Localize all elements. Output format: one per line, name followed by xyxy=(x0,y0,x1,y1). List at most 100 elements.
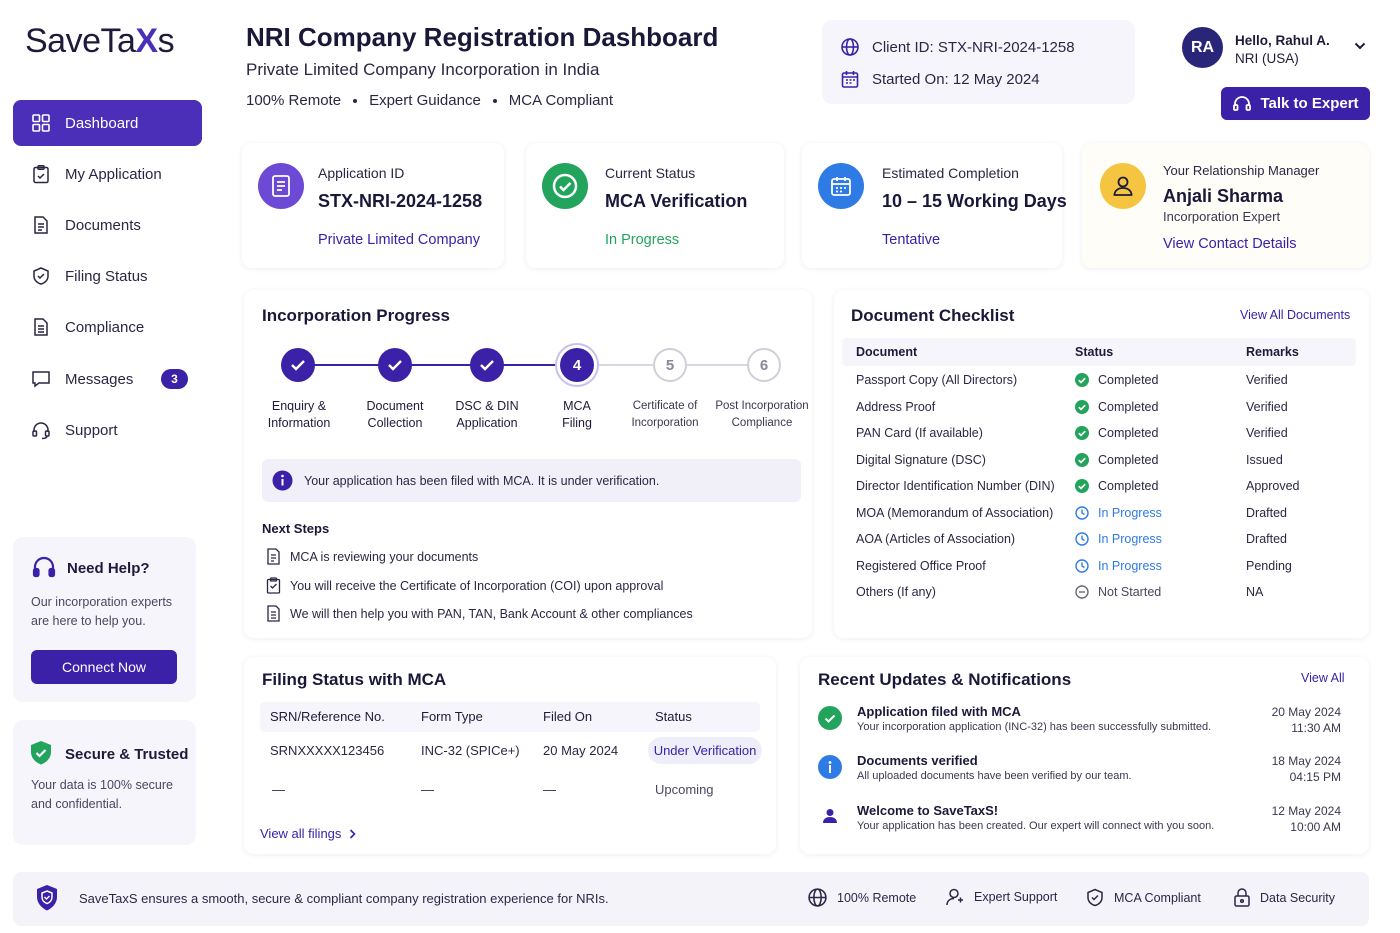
sidebar-item-dashboard[interactable]: Dashboard xyxy=(13,100,202,146)
chevron-right-icon xyxy=(350,828,357,839)
check-icon xyxy=(480,360,494,371)
step-3-circle xyxy=(470,348,504,382)
user-icon xyxy=(1100,163,1146,209)
shield-check-icon xyxy=(33,267,49,285)
minus-circle-icon xyxy=(1075,585,1089,599)
table-cell: 20 May 2024 xyxy=(543,743,619,758)
document-icon xyxy=(34,216,48,234)
document-remark: NA xyxy=(1246,585,1264,599)
column-document: Document xyxy=(856,345,918,359)
secure-text: Your data is 100% secure and confidential… xyxy=(31,778,173,811)
step-6-label: Post Incorporation Compliance xyxy=(715,400,809,429)
check-circle-icon xyxy=(1075,373,1089,387)
sidebar-item-label: Dashboard xyxy=(65,114,139,132)
update-text: Your application has been created. Our e… xyxy=(857,820,1215,832)
tag-mca: MCA Compliant xyxy=(508,92,613,109)
connect-now-button[interactable]: Connect Now xyxy=(31,650,177,684)
chevron-down-icon[interactable] xyxy=(1354,42,1366,50)
update-title: Documents verified xyxy=(857,753,978,768)
headset-icon xyxy=(32,422,50,440)
next-steps-title: Next Steps xyxy=(262,521,330,536)
document-status: Completed xyxy=(1075,452,1158,467)
user-greeting[interactable]: Hello, Rahul A. NRI (USA) xyxy=(1235,32,1330,68)
document-status: In Progress xyxy=(1075,559,1162,573)
info-icon xyxy=(818,755,842,779)
step-2-label: Document Collection xyxy=(366,399,424,430)
document-status: Completed xyxy=(1075,399,1158,414)
document-remark: Verified xyxy=(1246,399,1288,414)
client-info-card: Client ID: STX-NRI-2024-1258 Started On:… xyxy=(822,20,1135,104)
column-remarks: Remarks xyxy=(1246,345,1299,359)
column-status: Status xyxy=(1075,345,1114,359)
lock-icon xyxy=(1234,888,1250,907)
client-id: Client ID: STX-NRI-2024-1258 xyxy=(872,38,1075,56)
footer-feature-mca: MCA Compliant xyxy=(1085,887,1201,908)
sidebar-item-support[interactable]: Support xyxy=(13,407,202,453)
estimated-completion-value: 10 – 15 Working Days xyxy=(882,191,1067,211)
update-timestamp: 18 May 2024 04:15 PM xyxy=(1271,754,1341,784)
next-step-item: You will receive the Certificate of Inco… xyxy=(266,577,663,594)
talk-to-expert-button[interactable]: Talk to Expert xyxy=(1221,87,1370,120)
tentative-label: Tentative xyxy=(882,232,941,248)
calendar-icon xyxy=(818,163,864,209)
update-title: Application filed with MCA xyxy=(857,704,1021,719)
check-icon xyxy=(291,360,305,371)
separator-dot xyxy=(492,98,497,103)
sidebar-item-messages[interactable]: Messages 3 xyxy=(13,356,202,402)
document-icon xyxy=(267,548,280,565)
company-type: Private Limited Company xyxy=(318,232,480,248)
update-text: Your incorporation application (INC-32) … xyxy=(857,721,1212,733)
sidebar-item-filing-status[interactable]: Filing Status xyxy=(13,253,202,299)
certificate-icon xyxy=(266,577,281,594)
step-3-label: DSC & DIN Application xyxy=(455,399,519,430)
sidebar-item-documents[interactable]: Documents xyxy=(13,202,202,248)
check-circle-icon xyxy=(1075,426,1089,440)
footer-feature-support: Expert Support xyxy=(945,887,1057,907)
step-4-label: MCA Filing xyxy=(562,399,592,430)
table-cell: SRNXXXXX123456 xyxy=(270,743,385,758)
step-6-circle: 6 xyxy=(747,348,781,382)
update-timestamp: 20 May 2024 11:30 AM xyxy=(1271,705,1341,735)
column-form-type: Form Type xyxy=(421,709,483,724)
header-tags: 100% Remote Expert Guidance MCA Complian… xyxy=(246,92,613,109)
document-name: Others (If any) xyxy=(856,585,936,599)
document-status: Completed xyxy=(1075,373,1158,387)
next-step-item: We will then help you with PAN, TAN, Ban… xyxy=(266,605,693,622)
brand-logo[interactable]: SaveTaXs xyxy=(25,22,175,61)
secure-title: Secure & Trusted xyxy=(65,746,189,763)
sidebar-item-label: Messages xyxy=(65,370,134,388)
table-cell: INC-32 (SPICe+) xyxy=(421,743,520,758)
sidebar-item-my-application[interactable]: My Application xyxy=(13,151,202,197)
clipboard-icon xyxy=(33,165,49,184)
check-circle-icon xyxy=(1075,479,1089,493)
document-name: AOA (Articles of Association) xyxy=(856,532,1016,546)
document-name: Digital Signature (DSC) xyxy=(856,452,986,467)
step-5-label: Certificate of Incorporation xyxy=(631,400,699,429)
table-cell: — xyxy=(272,782,285,797)
view-all-updates-link[interactable]: View All xyxy=(1301,671,1345,685)
document-name: Director Identification Number (DIN) xyxy=(856,479,1055,493)
document-remark: Approved xyxy=(1246,479,1300,493)
stat-label: Current Status xyxy=(605,165,696,181)
step-2-circle xyxy=(378,348,412,382)
manager-name: Anjali Sharma xyxy=(1163,186,1284,206)
need-help-card: Need Help? Our incorporation experts are … xyxy=(13,537,196,702)
step-4-circle: 4 xyxy=(560,348,594,382)
sidebar-item-compliance[interactable]: Compliance xyxy=(13,304,202,350)
view-all-filings-link[interactable]: View all filings xyxy=(260,826,357,841)
view-all-documents-link[interactable]: View All Documents xyxy=(1240,308,1350,322)
stat-label: Your Relationship Manager xyxy=(1163,163,1320,178)
document-name: PAN Card (If available) xyxy=(856,426,983,440)
avatar[interactable]: RA xyxy=(1182,27,1223,68)
checklist-title: Document Checklist xyxy=(851,306,1015,325)
shield-icon xyxy=(37,885,57,911)
separator-dot xyxy=(353,98,358,103)
updates-title: Recent Updates & Notifications xyxy=(818,670,1072,689)
document-status: Completed xyxy=(1075,426,1158,440)
stat-label: Estimated Completion xyxy=(882,165,1019,181)
view-contact-details-link[interactable]: View Contact Details xyxy=(1163,236,1297,252)
info-icon xyxy=(272,470,293,491)
tag-expert: Expert Guidance xyxy=(369,92,481,109)
document-remark: Pending xyxy=(1246,558,1292,573)
column-status: Status xyxy=(655,709,692,724)
